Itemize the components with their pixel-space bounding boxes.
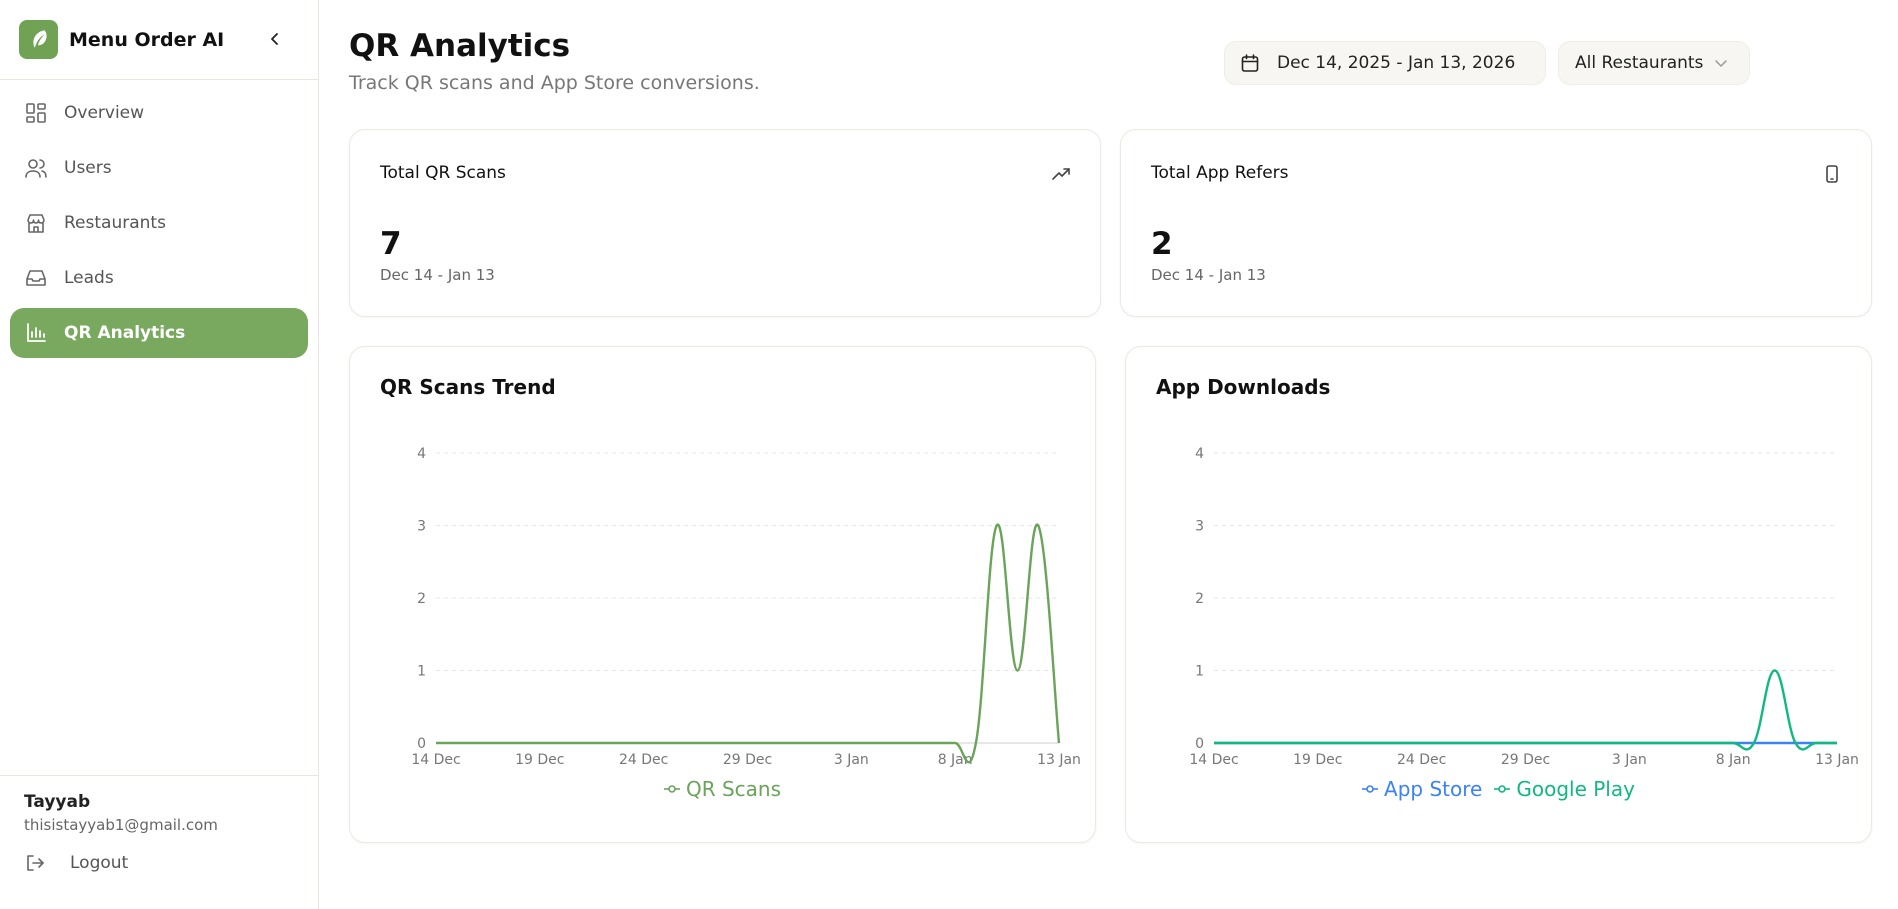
- stat-card-total-qr-scans: Total QR Scans 7 Dec 14 - Jan 13: [349, 129, 1101, 317]
- y-tick-label: 0: [417, 736, 426, 752]
- page-title: QR Analytics: [349, 28, 571, 64]
- x-tick-label: 19 Dec: [1293, 752, 1342, 768]
- legend-marker-icon: [1362, 785, 1379, 793]
- sidebar: Menu Order AI Overview Users Restaurants: [0, 0, 319, 909]
- sidebar-item-label: Restaurants: [64, 213, 166, 233]
- stat-value: 7: [380, 226, 402, 262]
- stat-period: Dec 14 - Jan 13: [380, 266, 495, 284]
- chart-title: App Downloads: [1156, 375, 1331, 399]
- user-profile: Tayyab thisistayyab1@gmail.com Logout: [0, 775, 318, 909]
- y-tick-label: 3: [417, 519, 426, 535]
- stat-period: Dec 14 - Jan 13: [1151, 266, 1266, 284]
- x-tick-label: 13 Jan: [1815, 752, 1859, 768]
- x-tick-label: 13 Jan: [1037, 752, 1081, 768]
- chevron-down-icon: [1715, 60, 1727, 67]
- logout-button[interactable]: Logout: [24, 852, 294, 874]
- brand-header: Menu Order AI: [0, 0, 318, 80]
- x-tick-label: 8 Jan: [1716, 752, 1751, 768]
- smartphone-icon: [1821, 163, 1843, 185]
- sidebar-item-leads[interactable]: Leads: [10, 253, 308, 303]
- sidebar-nav: Overview Users Restaurants Leads QR Anal…: [0, 80, 318, 371]
- chevron-left-icon: [271, 33, 278, 45]
- page-subtitle: Track QR scans and App Store conversions…: [349, 72, 760, 94]
- user-email: thisistayyab1@gmail.com: [24, 816, 218, 834]
- x-tick-label: 14 Dec: [1189, 752, 1238, 768]
- y-tick-label: 1: [417, 664, 426, 680]
- calendar-icon: [1239, 52, 1261, 74]
- collapse-sidebar-button[interactable]: [264, 28, 286, 50]
- legend-marker-icon: [663, 785, 680, 793]
- users-icon: [24, 156, 48, 180]
- y-tick-label: 2: [417, 591, 426, 607]
- stat-label: Total QR Scans: [380, 163, 506, 183]
- sidebar-item-label: Overview: [64, 103, 145, 123]
- y-tick-label: 2: [1195, 591, 1204, 607]
- inbox-icon: [24, 266, 48, 290]
- x-tick-label: 29 Dec: [723, 752, 772, 768]
- series-line-qr-scans: [435, 523, 1061, 764]
- series-line-google-play: [1213, 669, 1837, 751]
- legend-marker-icon: [1494, 785, 1511, 793]
- stat-label: Total App Refers: [1151, 163, 1289, 183]
- sidebar-item-restaurants[interactable]: Restaurants: [10, 198, 308, 248]
- sidebar-item-qr-analytics[interactable]: QR Analytics: [10, 308, 308, 358]
- sidebar-item-users[interactable]: Users: [10, 143, 308, 193]
- grid-icon: [24, 101, 48, 125]
- app-downloads-chart: 0 1 2 3 4 14 Dec 19 Dec 24 Dec 29 Dec 3 Jan 8 Jan 1…: [1189, 446, 1859, 768]
- logout-icon: [24, 852, 46, 874]
- x-tick-label: 3 Jan: [834, 752, 869, 768]
- x-tick-label: 29 Dec: [1501, 752, 1550, 768]
- legend-item[interactable]: App Store: [1362, 777, 1482, 801]
- chart-legend: App Store Google Play: [1126, 777, 1871, 801]
- legend-item[interactable]: QR Scans: [663, 777, 782, 801]
- legend-label: QR Scans: [685, 777, 782, 801]
- restaurant-filter-value: All Restaurants: [1575, 53, 1704, 73]
- legend-label: Google Play: [1516, 777, 1635, 801]
- legend-label: App Store: [1384, 777, 1483, 801]
- app-name: Menu Order AI: [69, 28, 225, 51]
- date-range-picker[interactable]: Dec 14, 2025 - Jan 13, 2026: [1224, 41, 1546, 85]
- user-name: Tayyab: [24, 792, 91, 812]
- chart-card-qr-scans-trend: 0 1 2 3 4 14 Dec 19 Dec 24 Dec 29 Dec 3 Jan 8 Jan 1…: [349, 346, 1096, 843]
- stat-card-total-app-refers: Total App Refers 2 Dec 14 - Jan 13: [1120, 129, 1872, 317]
- y-tick-label: 0: [1195, 736, 1204, 752]
- y-tick-label: 1: [1195, 664, 1204, 680]
- sidebar-item-label: Users: [64, 158, 112, 178]
- chart-card-app-downloads: 0 1 2 3 4 14 Dec 19 Dec 24 Dec 29 Dec 3 Jan 8 Jan 1…: [1125, 346, 1872, 843]
- sidebar-item-label: Leads: [64, 268, 114, 288]
- legend-item[interactable]: Google Play: [1494, 777, 1635, 801]
- restaurant-filter-select[interactable]: All Restaurants: [1558, 41, 1750, 85]
- x-tick-label: 19 Dec: [515, 752, 564, 768]
- date-range-value: Dec 14, 2025 - Jan 13, 2026: [1277, 53, 1516, 73]
- logout-label: Logout: [70, 853, 129, 873]
- chart-title: QR Scans Trend: [380, 375, 556, 399]
- store-icon: [24, 211, 48, 235]
- y-tick-label: 3: [1195, 519, 1204, 535]
- y-tick-label: 4: [1195, 446, 1204, 462]
- sidebar-item-overview[interactable]: Overview: [10, 88, 308, 138]
- qr-scans-trend-chart: 0123414 Dec 19 Dec 24 Dec 29 Dec 3 Jan 8 Jan 1…: [411, 446, 1081, 768]
- app-logo: [19, 20, 58, 59]
- x-tick-label: 14 Dec: [411, 752, 460, 768]
- sidebar-item-label: QR Analytics: [64, 323, 186, 343]
- x-tick-label: 3 Jan: [1612, 752, 1647, 768]
- y-tick-label: 4: [417, 446, 426, 462]
- stat-value: 2: [1151, 226, 1173, 262]
- x-tick-label: 24 Dec: [619, 752, 668, 768]
- x-tick-label: 24 Dec: [1397, 752, 1446, 768]
- chart-legend: QR Scans: [350, 777, 1095, 801]
- bar-chart-icon: [24, 321, 48, 345]
- trending-up-icon: [1050, 163, 1072, 185]
